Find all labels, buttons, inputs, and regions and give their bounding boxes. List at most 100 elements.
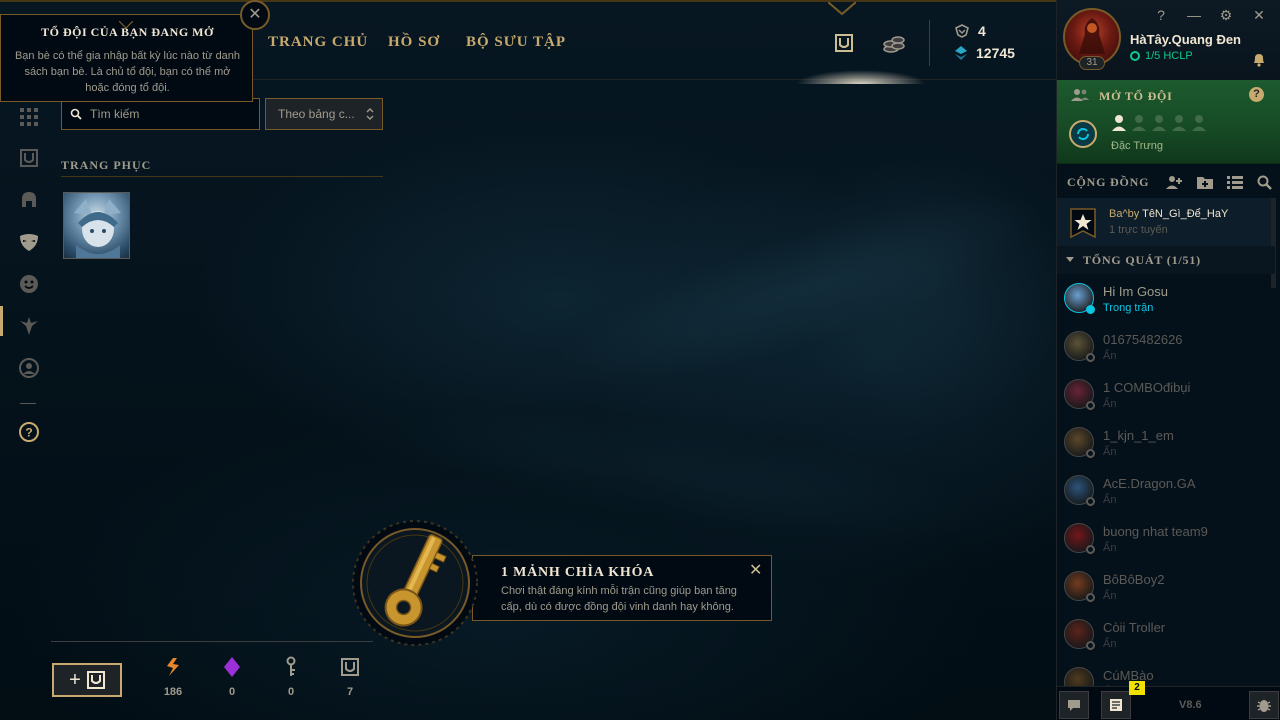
minimize-button[interactable]: — [1186, 7, 1202, 23]
nav-tab-profile[interactable]: HỒ SƠ [388, 34, 440, 51]
tooltip-close-button[interactable]: ✕ [240, 0, 270, 30]
gem-icon [224, 657, 240, 677]
club-star-badge-icon [1070, 208, 1096, 239]
friend-name: BôBôBoy2 [1103, 572, 1165, 587]
chat-button[interactable] [1059, 691, 1089, 719]
friend-row[interactable]: Hi Im Gosu Trong trận [1057, 274, 1275, 322]
sort-dropdown[interactable]: Theo bảng c... [265, 98, 383, 130]
key-fragment-medal-icon [352, 520, 478, 646]
friend-row[interactable]: 1_kjn_1_em Ẩn [1057, 418, 1275, 466]
nav-tab-home[interactable]: TRANG CHỦ [268, 34, 368, 51]
emotes-face-icon[interactable] [18, 273, 40, 295]
club-name: Ba^by TêN_Gì_Để_HaY [1109, 208, 1228, 220]
chest-item[interactable]: 7 [330, 656, 370, 698]
mission-notes-button[interactable] [1101, 691, 1131, 719]
report-bug-button[interactable] [1249, 691, 1279, 719]
help-button[interactable]: ? [1153, 7, 1169, 23]
add-store-button[interactable]: + [52, 663, 122, 697]
add-folder-icon[interactable] [1196, 174, 1214, 190]
level-badge: 31 [1079, 56, 1105, 70]
search-box[interactable] [61, 98, 260, 130]
active-tab-glow [796, 70, 926, 84]
empty-slot-icon[interactable] [1131, 114, 1147, 132]
chest-tab-icon[interactable] [18, 147, 40, 169]
tooltip-body: Bạn bè có thể gia nhập bất kỳ lúc nào từ… [14, 50, 241, 94]
grid-icon[interactable] [18, 106, 40, 128]
client-window: TRANG CHỦ HỒ SƠ BỘ SƯU TẬP 4 12745 31 Hà… [0, 0, 1280, 720]
status-text: 1/5 HCLP [1145, 50, 1193, 62]
notification-bell-icon[interactable] [1250, 50, 1268, 68]
friend-group-header[interactable]: TỔNG QUÁT (1/51) [1057, 246, 1275, 274]
friend-name: 01675482626 [1103, 332, 1183, 347]
toast-close-button[interactable]: ✕ [749, 560, 762, 580]
friend-status: Ẩn [1103, 446, 1117, 458]
empty-slot-icon[interactable] [1191, 114, 1207, 132]
friend-row[interactable]: 01675482626 Ẩn [1057, 322, 1275, 370]
close-window-button[interactable]: ✕ [1251, 7, 1267, 24]
plus-icon: + [69, 668, 81, 691]
dropdown-arrows-icon [366, 108, 374, 120]
friend-status-dot-icon [1086, 353, 1095, 362]
friend-row[interactable]: buong nhat team9 Ẩn [1057, 514, 1275, 562]
riot-points-icon [955, 46, 967, 60]
social-panel: MỞ TỔ ĐỘI ? Đặc Trưng CỘNG ĐỒNG Ba^by Tê… [1056, 80, 1280, 720]
champions-helmet-icon[interactable] [18, 189, 40, 211]
nav-tab-collection[interactable]: BỘ SƯU TẬP [466, 34, 566, 51]
settings-button[interactable]: ⚙ [1218, 7, 1234, 24]
skins-mask-icon[interactable] [18, 231, 40, 253]
status-message[interactable]: 1/5 HCLP [1130, 50, 1193, 62]
queue-mode-icon[interactable] [1069, 120, 1097, 148]
sidebar-divider [20, 403, 36, 404]
notes-icon [1110, 699, 1122, 711]
party-open-panel[interactable]: MỞ TỔ ĐỘI ? Đặc Trưng [1057, 80, 1280, 164]
header-divider [929, 20, 930, 66]
empty-slot-icon[interactable] [1151, 114, 1167, 132]
friend-row[interactable]: AcE.Dragon.GA Ẩn [1057, 466, 1275, 514]
friend-row[interactable]: BôBôBoy2 Ẩn [1057, 562, 1275, 610]
help-circle-icon[interactable]: ? [18, 421, 40, 443]
empty-slot-icon[interactable] [1171, 114, 1187, 132]
key-item[interactable]: 0 [271, 656, 311, 698]
toast-title: 1 MẢNH CHÌA KHÓA [501, 565, 655, 580]
skin-card[interactable] [63, 192, 130, 259]
store-chest-icon [86, 671, 105, 689]
store-icon[interactable] [834, 33, 854, 53]
section-title-skins: TRANG PHỤC [61, 158, 152, 172]
ward-totem-icon[interactable] [18, 315, 40, 337]
friend-name: Còii Troller [1103, 620, 1166, 635]
list-view-icon[interactable] [1226, 174, 1244, 190]
orange-essence-item[interactable]: 186 [153, 656, 193, 698]
club-online-count: 1 trực tuyến [1109, 224, 1168, 236]
party-open-tooltip: TỔ ĐỘI CỦA BẠN ĐANG MỞ Bạn bè có thể gia… [0, 14, 253, 102]
coins-icon[interactable] [882, 32, 906, 54]
client-version: V8.6 [1179, 699, 1202, 711]
friend-status-dot-icon [1086, 449, 1095, 458]
skin-portrait-icon [74, 199, 121, 258]
friend-status-dot-icon [1086, 401, 1095, 410]
friend-status-dot-icon [1086, 593, 1095, 602]
friend-status-dot-icon [1086, 305, 1095, 314]
club-tag: Ba^by [1109, 208, 1140, 220]
club-row[interactable]: Ba^by TêN_Gì_Để_HaY 1 trực tuyến [1057, 198, 1275, 246]
search-input[interactable] [90, 107, 250, 121]
party-help-icon[interactable]: ? [1249, 87, 1264, 102]
online-status-icon [1130, 51, 1140, 61]
friend-row[interactable]: CúMBàoẨn [1057, 658, 1275, 686]
friend-row[interactable]: Còii Troller Ẩn [1057, 610, 1275, 658]
friend-group-title: TỔNG QUÁT (1/51) [1083, 253, 1201, 267]
search-friends-icon[interactable] [1256, 174, 1274, 190]
party-mode-label: Đặc Trưng [1111, 140, 1163, 152]
summoner-icon-tab-icon[interactable] [18, 357, 40, 379]
blue-essence-display: 4 [954, 23, 986, 39]
party-slots [1111, 114, 1207, 132]
active-tab-indicator [0, 306, 3, 336]
party-open-title: MỞ TỔ ĐỘI [1099, 89, 1173, 103]
party-member-icon [1112, 115, 1126, 131]
friend-row[interactable]: 1 COMBOđibụi Ẩn [1057, 370, 1275, 418]
friend-status-dot-icon [1086, 545, 1095, 554]
friend-name: AcE.Dragon.GA [1103, 476, 1196, 491]
gem-count: 0 [228, 686, 236, 698]
add-friend-icon[interactable] [1165, 174, 1183, 190]
orange-essence-count: 186 [163, 686, 183, 698]
gem-item[interactable]: 0 [212, 656, 252, 698]
